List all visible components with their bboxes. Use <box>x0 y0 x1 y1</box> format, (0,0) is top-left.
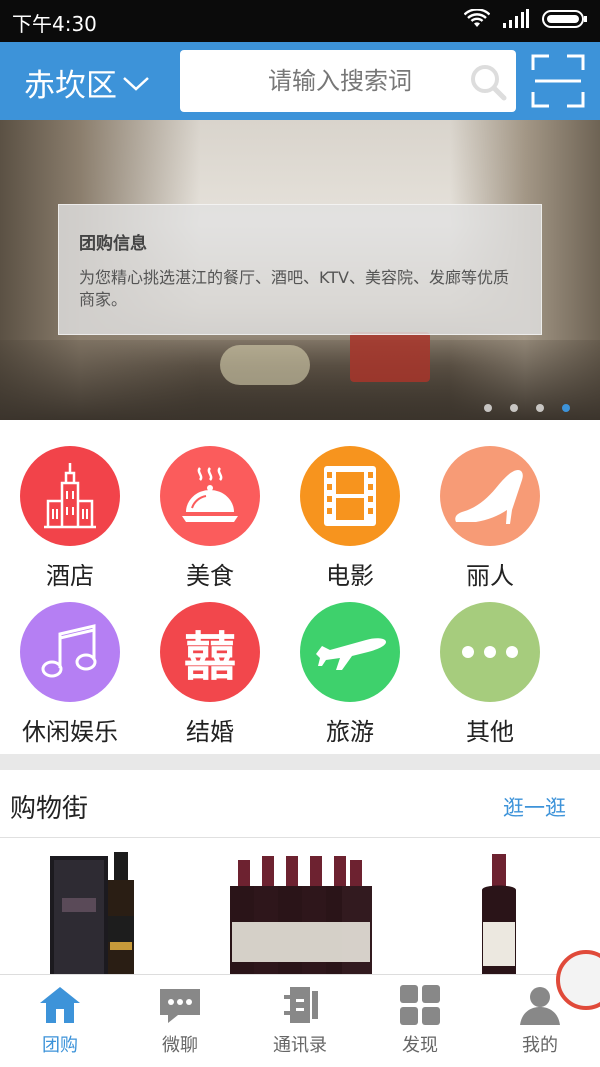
category-movie[interactable]: 电影 <box>280 420 420 590</box>
tab-chat[interactable]: 微聊 <box>120 985 240 1057</box>
hotel-building-icon <box>20 446 120 546</box>
category-grid: 酒店 美食 电影 丽人 休闲娱乐 囍 结婚 旅游 其他 <box>0 420 600 754</box>
search-input[interactable] <box>180 50 460 112</box>
category-wedding[interactable]: 囍 结婚 <box>140 576 280 746</box>
signal-icon <box>503 9 529 28</box>
product-wine-bottle-image <box>482 854 516 974</box>
banner-image-bus <box>350 332 430 382</box>
city-selector[interactable]: 赤坎区 <box>24 60 151 105</box>
wifi-icon <box>464 9 490 27</box>
promo-banner[interactable]: 团购信息 为您精心挑选湛江的餐厅、酒吧、KTV、美容院、发廊等优质商家。 <box>0 120 600 420</box>
banner-title: 团购信息 <box>79 234 147 254</box>
product-whisky-image[interactable] <box>0 838 600 974</box>
section-divider <box>0 754 600 770</box>
shopping-title: 购物街 <box>10 794 89 824</box>
tab-group-buy[interactable]: 团购 <box>0 985 120 1057</box>
scan-icon[interactable] <box>531 54 585 108</box>
category-hotel[interactable]: 酒店 <box>0 420 140 590</box>
category-other[interactable]: 其他 <box>420 576 560 746</box>
profile-icon <box>520 987 560 1025</box>
status-icons <box>464 9 588 29</box>
search-box[interactable] <box>180 50 516 112</box>
banner-page-indicator <box>484 404 570 412</box>
tab-label: 通讯录 <box>273 1035 327 1056</box>
city-name: 赤坎区 <box>24 68 117 104</box>
high-heel-icon <box>440 446 540 546</box>
page-dot[interactable] <box>510 404 518 412</box>
battery-icon <box>542 10 587 28</box>
banner-info-box: 团购信息 为您精心挑选湛江的餐厅、酒吧、KTV、美容院、发廊等优质商家。 <box>58 204 542 335</box>
tab-label: 我的 <box>522 1035 558 1056</box>
category-beauty[interactable]: 丽人 <box>420 420 560 590</box>
category-entertainment[interactable]: 休闲娱乐 <box>0 576 140 746</box>
top-bar: 赤坎区 <box>0 42 600 120</box>
home-icon <box>40 987 80 1023</box>
search-icon[interactable] <box>468 62 508 102</box>
status-time: 下午4:30 <box>12 12 97 36</box>
category-label: 旅游 <box>326 718 374 746</box>
page-dot[interactable] <box>484 404 492 412</box>
category-travel[interactable]: 旅游 <box>280 576 420 746</box>
double-happiness-icon: 囍 <box>160 602 260 702</box>
chevron-down-icon <box>123 76 149 91</box>
category-label: 休闲娱乐 <box>22 718 118 746</box>
shopping-more-link[interactable]: 逛一逛 <box>503 792 566 822</box>
grid-icon <box>400 985 440 1025</box>
tab-label: 团购 <box>42 1035 78 1056</box>
shopping-header: 购物街 逛一逛 <box>0 770 600 838</box>
category-label: 其他 <box>466 718 514 746</box>
film-icon <box>300 446 400 546</box>
chat-icon <box>160 989 200 1023</box>
double-happiness-glyph: 囍 <box>183 627 236 688</box>
banner-description: 为您精心挑选湛江的餐厅、酒吧、KTV、美容院、发廊等优质商家。 <box>79 268 509 309</box>
contacts-icon <box>284 987 318 1023</box>
music-note-icon <box>20 602 120 702</box>
food-dish-icon <box>160 446 260 546</box>
product-wine-set-image <box>230 856 372 974</box>
bottom-tab-bar: 团购 微聊 通讯录 发现 我的 <box>0 974 600 1067</box>
page-dot-active[interactable] <box>562 404 570 412</box>
airplane-icon <box>300 602 400 702</box>
banner-image-car <box>220 345 310 385</box>
product-row <box>0 838 600 974</box>
category-label: 结婚 <box>186 718 234 746</box>
tab-label: 微聊 <box>162 1035 198 1056</box>
status-bar: 下午4:30 <box>0 0 600 42</box>
category-food[interactable]: 美食 <box>140 420 280 590</box>
tab-contacts[interactable]: 通讯录 <box>240 985 360 1057</box>
tab-label: 发现 <box>402 1035 438 1056</box>
tab-discover[interactable]: 发现 <box>360 985 480 1057</box>
more-dots-icon <box>440 602 540 702</box>
page-dot[interactable] <box>536 404 544 412</box>
